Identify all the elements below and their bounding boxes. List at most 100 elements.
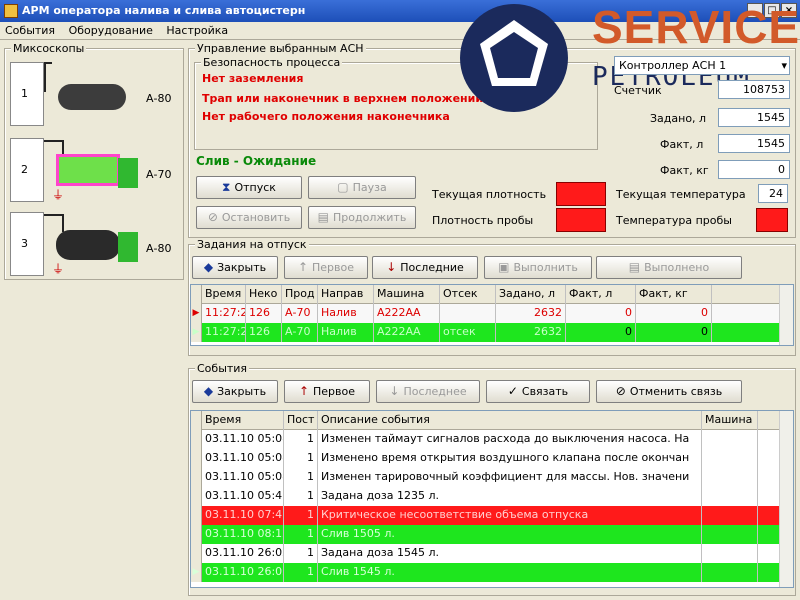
col-num[interactable]: Неко: [246, 285, 282, 304]
menu-settings[interactable]: Настройка: [161, 22, 233, 39]
event-desc: Изменен таймаут сигналов расхода до выкл…: [318, 430, 702, 449]
start-release-button[interactable]: ⧗ Отпуск: [196, 176, 302, 199]
meter-number: 1: [21, 87, 28, 100]
table-row[interactable]: 03.11.10 05:08 1 Изменено время открытия в…: [191, 449, 793, 468]
event-car: [702, 468, 758, 487]
events-table: Время Пост Описание события Машина 03.11…: [190, 410, 794, 588]
tasks-done-button[interactable]: ▤ Выполнено: [596, 256, 742, 279]
tasks-refresh-button[interactable]: ◆ Закрыть: [192, 256, 278, 279]
event-post: 1: [284, 468, 318, 487]
events-close-button[interactable]: ◆ Закрыть: [192, 380, 278, 403]
fact-kg-label: Факт, кг: [660, 164, 709, 177]
pause-icon: ▢: [337, 180, 349, 194]
row-pointer-icon: [191, 544, 202, 563]
event-post: 1: [284, 544, 318, 563]
event-desc: Слив 1545 л.: [318, 563, 702, 582]
col-vehicle[interactable]: Машина: [374, 285, 440, 304]
table-row[interactable]: 03.11.10 07:41 1 Критическое несоответстви…: [191, 506, 793, 525]
col-description[interactable]: Описание события: [318, 411, 702, 430]
arrow-down-icon: ↓: [389, 384, 400, 398]
col-time[interactable]: Время: [202, 285, 246, 304]
tasks-scrollbar[interactable]: [779, 285, 793, 345]
row-pointer-icon: [191, 506, 202, 525]
event-post: 1: [284, 506, 318, 525]
tasks-first-button[interactable]: ↑ Первое: [284, 256, 368, 279]
meter-slot-2[interactable]: 2: [10, 138, 44, 202]
execute-icon: ▣: [498, 260, 510, 274]
tank-icon: [56, 230, 120, 260]
alarm-nozzle-position: Нет рабочего положения наконечника: [202, 110, 450, 123]
tasks-table: Время Неко Прод Направ Машина Отсек Зада…: [190, 284, 794, 346]
done-icon: ▤: [628, 260, 641, 274]
set-liters-value: 1545: [718, 108, 790, 127]
table-row[interactable]: 03.11.10 05:08 1 Изменен тарировочный коэф…: [191, 468, 793, 487]
events-first-button[interactable]: ↑ Первое: [284, 380, 370, 403]
fact-kg-value: 0: [718, 160, 790, 179]
arrow-down-icon: ↓: [386, 260, 397, 274]
loading-arm-icon: [44, 62, 52, 92]
table-row[interactable]: ▶ 11:27:23 126 А-70 Налив А222АА отсек 2…: [191, 323, 793, 342]
table-row[interactable]: ▶ 11:27:23 126 А-70 Налив А222АА 2632 0 …: [191, 304, 793, 323]
resume-button[interactable]: ▤ Продолжить: [308, 206, 416, 229]
col-compartment[interactable]: Отсек: [440, 285, 496, 304]
event-car: [702, 487, 758, 506]
fact-liters-value: 1545: [718, 134, 790, 153]
resume-icon: ▤: [317, 210, 330, 224]
sample-density-indicator: [556, 208, 606, 232]
sample-temp-indicator: [756, 208, 788, 232]
meter-slot-3[interactable]: 3: [10, 212, 44, 276]
meter-slot-1[interactable]: 1: [10, 62, 44, 126]
unlink-icon: ⊘: [615, 384, 626, 398]
row-pointer-icon: [191, 487, 202, 506]
event-car: [702, 449, 758, 468]
event-desc: Изменено время открытия воздушного клапа…: [318, 449, 702, 468]
safety-title: Безопасность процесса: [201, 56, 343, 69]
check-icon: ✓: [507, 384, 518, 398]
event-time: 03.11.10 26:02: [202, 563, 284, 582]
col-fact-liters[interactable]: Факт, л: [566, 285, 636, 304]
row-pointer-icon: ▶: [191, 563, 202, 582]
events-last-button[interactable]: ↓ Последнее: [376, 380, 480, 403]
chevron-down-icon: ▾: [781, 59, 787, 72]
alarm-arm-position: Трап или наконечник в верхнем положении: [202, 92, 484, 105]
truck-cab-icon: [118, 158, 138, 188]
col-product[interactable]: Прод: [282, 285, 318, 304]
col-vehicle[interactable]: Машина: [702, 411, 758, 430]
pause-button[interactable]: ▢ Пауза: [308, 176, 416, 199]
acn-title: Управление выбранным АСН: [195, 42, 366, 55]
table-row[interactable]: 03.11.10 08:12 1 Слив 1505 л.: [191, 525, 793, 544]
events-header-row: Время Пост Описание события Машина: [191, 411, 793, 430]
table-row[interactable]: 03.11.10 26:02 1 Задана доза 1545 л.: [191, 544, 793, 563]
table-row[interactable]: 03.11.10 05:08 1 Изменен таймаут сигналов …: [191, 430, 793, 449]
set-liters-label: Задано, л: [650, 112, 707, 125]
stop-button[interactable]: ⊘ Остановить: [196, 206, 302, 229]
row-pointer-icon: [191, 525, 202, 544]
menu-events[interactable]: События: [0, 22, 60, 39]
menu-equipment[interactable]: Оборудование: [64, 22, 158, 39]
counter-value: 108753: [718, 80, 790, 99]
col-fact-kg[interactable]: Факт, кг: [636, 285, 712, 304]
tasks-last-button[interactable]: ↓ Последние: [372, 256, 478, 279]
col-direction[interactable]: Направ: [318, 285, 374, 304]
meter-number: 2: [21, 163, 28, 176]
event-time: 03.11.10 07:41: [202, 506, 284, 525]
events-link-button[interactable]: ✓ Связать: [486, 380, 590, 403]
col-set-liters[interactable]: Задано, л: [496, 285, 566, 304]
stop-icon: ⊘: [207, 210, 218, 224]
event-post: 1: [284, 430, 318, 449]
events-scrollbar[interactable]: [779, 411, 793, 587]
table-row[interactable]: 03.11.10 05:47 1 Задана доза 1235 л.: [191, 487, 793, 506]
table-row[interactable]: ▶ 03.11.10 26:02 1 Слив 1545 л.: [191, 563, 793, 582]
col-time[interactable]: Время: [202, 411, 284, 430]
events-unlink-button[interactable]: ⊘ Отменить связь: [596, 380, 742, 403]
meter-number: 3: [21, 237, 28, 250]
current-temp-label: Текущая температура: [616, 188, 746, 201]
fact-liters-label: Факт, л: [660, 138, 704, 151]
company-logo-icon: [460, 4, 568, 112]
meter-product: А-80: [146, 242, 172, 255]
controller-select[interactable]: Контроллер АСН 1 ▾: [614, 56, 790, 75]
event-time: 03.11.10 05:08: [202, 449, 284, 468]
event-car: [702, 544, 758, 563]
col-post[interactable]: Пост: [284, 411, 318, 430]
tasks-execute-button[interactable]: ▣ Выполнить: [484, 256, 592, 279]
